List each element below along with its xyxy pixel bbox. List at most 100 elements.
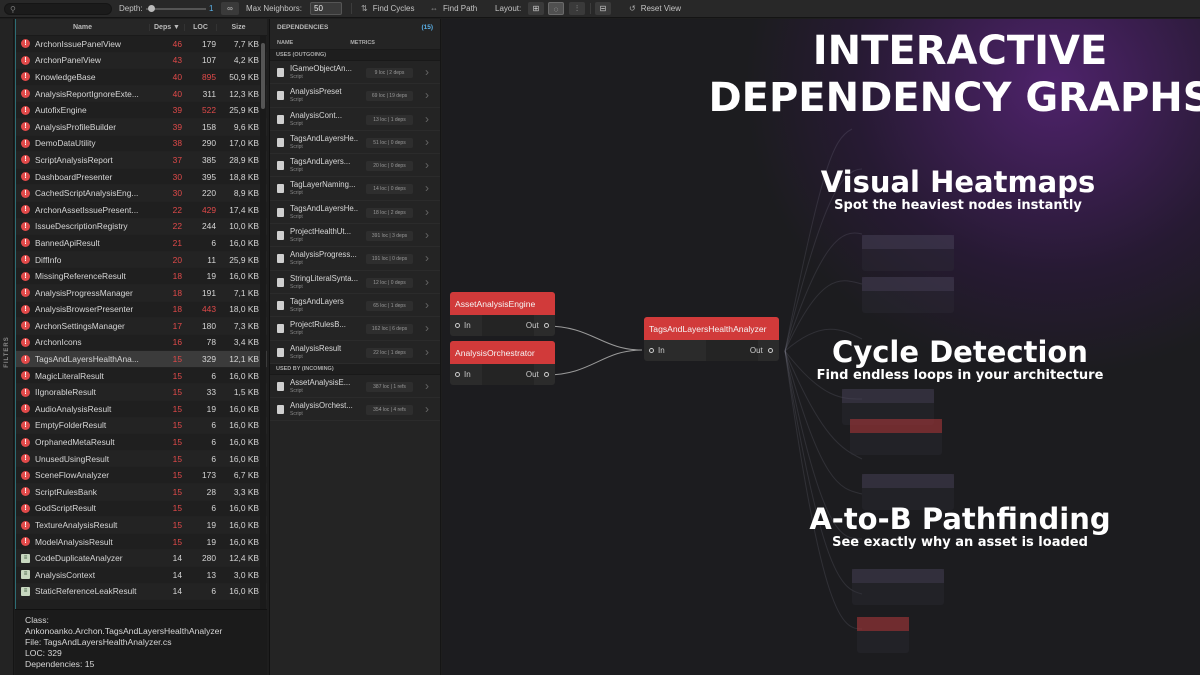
node-out-port[interactable]: Out <box>526 370 549 379</box>
chevron-right-icon[interactable]: › <box>425 228 429 242</box>
column-header-size[interactable]: Size <box>216 23 260 31</box>
table-row[interactable]: ! ArchonSettingsManager 17 180 7,3 KB <box>16 318 267 335</box>
row-loc: 179 <box>202 38 216 49</box>
chevron-right-icon[interactable]: › <box>425 345 429 359</box>
chevron-right-icon[interactable]: › <box>425 181 429 195</box>
table-row[interactable]: ! KnowledgeBase 40 895 50,9 KB <box>16 69 267 86</box>
table-row[interactable]: ! MagicLiteralResult 15 6 16,0 KB <box>16 368 267 385</box>
node-out-port[interactable]: Out <box>526 321 549 330</box>
table-row[interactable]: ! DiffInfo 20 11 25,9 KB <box>16 251 267 269</box>
find-path-button[interactable]: ⇔ Find Path <box>430 2 477 15</box>
table-row[interactable]: ! IIgnorableResult 15 33 1,5 KB <box>16 384 267 402</box>
dependency-item[interactable]: StringLiteralSynta... Script 12 loc | 0 de… <box>270 271 440 294</box>
node-in-port[interactable]: In <box>455 321 471 330</box>
table-row[interactable]: ! SceneFlowAnalyzer 15 173 6,7 KB <box>16 467 267 485</box>
dependency-item[interactable]: AnalysisOrchest... Script 354 loc | 4 refs… <box>270 398 440 422</box>
table-row[interactable]: ! TagsAndLayersHealthAna... 15 329 12,1 KB <box>16 351 267 368</box>
chevron-right-icon[interactable]: › <box>425 379 429 393</box>
graph-node-asset-analysis-engine[interactable]: AssetAnalysisEngine In Out <box>450 292 555 336</box>
chevron-right-icon[interactable]: › <box>425 298 429 312</box>
chevron-right-icon[interactable]: › <box>425 135 429 149</box>
table-row[interactable]: ≡ AnalysisContext 14 13 3,0 KB <box>16 567 267 584</box>
table-row[interactable]: ! IssueDescriptionRegistry 22 244 10,0 KB <box>16 218 267 236</box>
grid-layout-button[interactable]: ⊞ <box>528 2 544 15</box>
table-row[interactable]: ! UnusedUsingResult 15 6 16,0 KB <box>16 450 267 468</box>
dependency-type: Script <box>290 213 303 220</box>
table-scrollbar-thumb[interactable] <box>261 43 265 109</box>
table-row[interactable]: ! AnalysisProfileBuilder 39 158 9,6 KB <box>16 118 267 136</box>
table-row[interactable]: ! ArchonIssuePanelView 46 179 7,7 KB <box>16 36 267 53</box>
dependency-item[interactable]: AnalysisCont... Script 13 loc | 1 deps › <box>270 108 440 131</box>
column-header-name[interactable]: Name <box>16 24 149 31</box>
search-input[interactable]: ⚲ <box>4 3 112 15</box>
infinite-depth-button[interactable]: ∞ <box>221 2 239 15</box>
error-icon: ! <box>21 304 30 314</box>
row-name: ArchonSettingsManager <box>35 320 125 331</box>
dependency-item[interactable]: AnalysisPreset Script 69 loc | 19 deps › <box>270 84 440 108</box>
table-row[interactable]: ! TextureAnalysisResult 15 19 16,0 KB <box>16 517 267 534</box>
table-row[interactable]: ! GodScriptResult 15 6 16,0 KB <box>16 501 267 518</box>
table-row[interactable]: ! ScriptRulesBank 15 28 3,3 KB <box>16 484 267 501</box>
radial-layout-button[interactable]: ◌ <box>548 2 564 15</box>
chevron-right-icon[interactable]: › <box>425 251 429 265</box>
script-file-icon <box>277 114 284 124</box>
chevron-right-icon[interactable]: › <box>425 158 429 172</box>
dependency-item[interactable]: TagsAndLayersHe... Script 51 loc | 0 deps › <box>270 131 440 155</box>
row-size: 16,0 KB <box>229 520 259 531</box>
tree-layout-button[interactable]: ⊟ <box>595 2 611 15</box>
table-row[interactable]: ! DashboardPresenter 30 395 18,8 KB <box>16 169 267 186</box>
chevron-right-icon[interactable]: › <box>425 321 429 335</box>
dependency-item[interactable]: TagsAndLayers... Script 20 loc | 0 deps › <box>270 154 440 178</box>
table-row[interactable]: ! AnalysisBrowserPresenter 18 443 18,0 KB <box>16 302 267 319</box>
chevron-right-icon[interactable]: › <box>425 112 429 126</box>
dependency-item[interactable]: TagLayerNaming... Script 14 loc | 0 deps › <box>270 177 440 201</box>
chevron-right-icon[interactable]: › <box>425 402 429 416</box>
table-row[interactable]: ! MissingReferenceResult 18 19 16,0 KB <box>16 268 267 285</box>
dependency-item[interactable]: ProjectHealthUt... Script 391 loc | 3 deps… <box>270 224 440 248</box>
table-row[interactable]: ! EmptyFolderResult 15 6 16,0 KB <box>16 417 267 435</box>
find-cycles-button[interactable]: ⇅ Find Cycles <box>361 2 415 15</box>
max-neighbors-input[interactable]: 50 <box>310 2 342 15</box>
table-row[interactable]: ! ScriptAnalysisReport 37 385 28,9 KB <box>16 152 267 169</box>
column-header-deps[interactable]: Deps ▼ <box>149 23 184 31</box>
table-scrollbar[interactable] <box>260 36 266 609</box>
table-row[interactable]: ≡ CodeDuplicateAnalyzer 14 280 12,4 KB <box>16 550 267 567</box>
table-row[interactable]: ! ArchonAssetIssuePresent... 22 429 17,4 KB <box>16 202 267 219</box>
chevron-right-icon[interactable]: › <box>425 88 429 102</box>
chevron-right-icon[interactable]: › <box>425 65 429 79</box>
table-row[interactable]: ≡ StaticReferenceLeakResult 14 6 16,0 KB <box>16 583 267 601</box>
table-row[interactable]: ! DemoDataUtility 38 290 17,0 KB <box>16 136 267 153</box>
node-in-port[interactable]: In <box>455 370 471 379</box>
table-row[interactable]: ! AnalysisReportIgnoreExte... 40 311 12,3 KB <box>16 85 267 103</box>
table-row[interactable]: ! AudioAnalysisResult 15 19 16,0 KB <box>16 401 267 418</box>
dependency-item[interactable]: AnalysisProgress... Script 191 loc | 0 dep… <box>270 247 440 271</box>
table-row[interactable]: ! ArchonIcons 16 78 3,4 KB <box>16 335 267 352</box>
table-row[interactable]: ! BannedApiResult 21 6 16,0 KB <box>16 235 267 252</box>
depth-slider-handle[interactable] <box>148 5 155 12</box>
hierarchy-layout-button[interactable]: ⫶ <box>569 2 585 15</box>
dependency-item[interactable]: ProjectRulesB... Script 162 loc | 6 deps › <box>270 317 440 341</box>
node-in-port[interactable]: In <box>649 346 665 355</box>
column-header-loc[interactable]: LOC <box>184 23 216 31</box>
table-row[interactable]: ! OrphanedMetaResult 15 6 16,0 KB <box>16 434 267 451</box>
table-row[interactable]: ! AnalysisProgressManager 18 191 7,1 KB <box>16 284 267 302</box>
filters-sidebar[interactable]: FILTERS <box>0 19 14 675</box>
dependency-metrics: 18 loc | 2 deps <box>366 207 413 218</box>
row-name: GodScriptResult <box>35 503 96 514</box>
table-row[interactable]: ! ArchonPanelView 43 107 4,2 KB <box>16 52 267 70</box>
table-row[interactable]: ! ModelAnalysisResult 15 19 16,0 KB <box>16 534 267 551</box>
dependency-item[interactable]: IGameObjectAn... Script 9 loc | 2 deps › <box>270 61 440 85</box>
chevron-right-icon[interactable]: › <box>425 275 429 289</box>
graph-node-analysis-orchestrator[interactable]: AnalysisOrchestrator In Out <box>450 341 555 385</box>
dependency-item[interactable]: TagsAndLayersHe... Script 18 loc | 2 deps › <box>270 201 440 225</box>
dependency-name: TagsAndLayers <box>290 296 344 306</box>
dependency-item[interactable]: AssetAnalysisE... Script 387 loc | 1 refs › <box>270 375 440 399</box>
dependency-item[interactable]: AnalysisResult Script 22 loc | 1 deps › <box>270 341 440 364</box>
depth-slider-track[interactable] <box>146 8 206 10</box>
table-row[interactable]: ! AutofixEngine 39 522 25,9 KB <box>16 102 267 119</box>
table-row[interactable]: ! CachedScriptAnalysisEng... 30 220 8,9 KB <box>16 185 267 202</box>
reset-view-button[interactable]: ↺ Reset View <box>629 2 681 15</box>
chevron-right-icon[interactable]: › <box>425 205 429 219</box>
row-name: OrphanedMetaResult <box>35 437 115 448</box>
dependency-item[interactable]: TagsAndLayers Script 65 loc | 1 deps › <box>270 294 440 318</box>
